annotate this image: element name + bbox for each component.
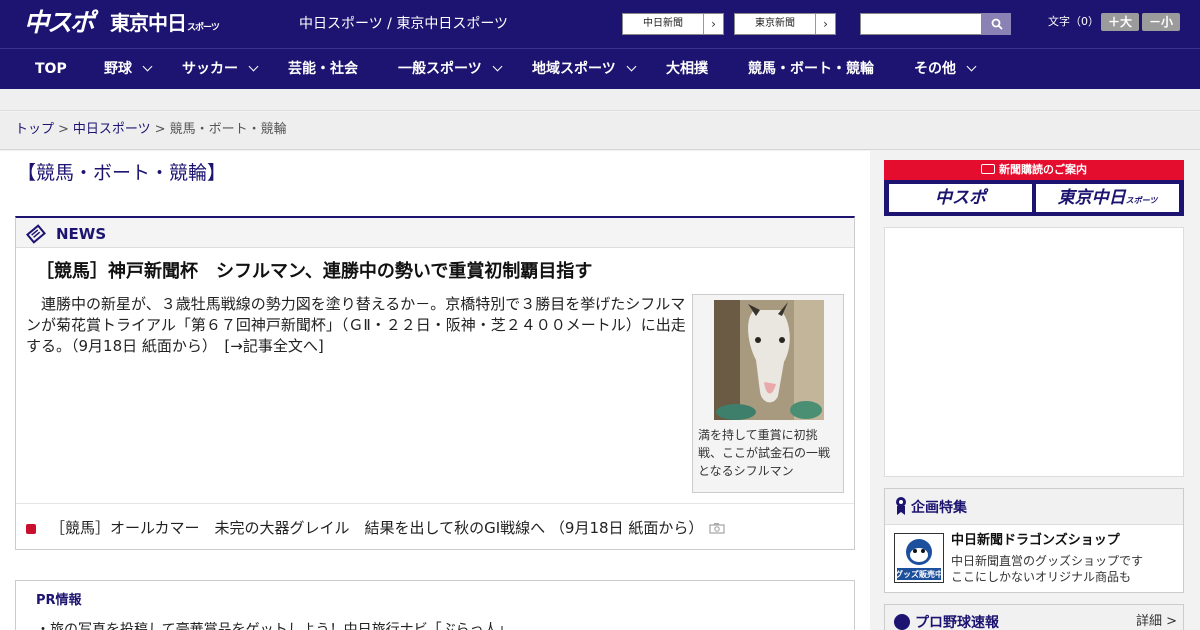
ticket-icon	[981, 164, 995, 174]
subscription-banner[interactable]: 新聞購読のご案内 中スポ 東京中日スポーツ	[884, 160, 1184, 216]
chevron-right-icon: ›	[703, 14, 723, 34]
search-icon	[991, 18, 1003, 30]
breadcrumb-chunichi-sports[interactable]: 中日スポーツ	[73, 122, 151, 137]
news-header: NEWS	[16, 218, 854, 248]
tokyo-logo-text: 東京中日	[110, 11, 187, 35]
subscription-title-text: 新聞購読のご案内	[999, 163, 1087, 176]
ad-slot	[884, 227, 1184, 477]
sub-bar	[0, 89, 1200, 111]
breadcrumb-separator: >	[58, 122, 69, 137]
main-nav: TOP 野球 サッカー 芸能・社会 一般スポーツ 地域スポーツ 大相撲 競馬・ボ…	[0, 48, 1200, 89]
nav-label: 競馬・ボート・競輪	[748, 61, 874, 77]
news-section: NEWS ［競馬］神戸新聞杯 シフルマン、連勝中の勢いで重賞初制覇目指す 連勝中…	[15, 216, 855, 550]
baseball-icon	[894, 614, 910, 630]
tokyo-shimbun-label: 東京新聞	[755, 18, 795, 29]
article-photo[interactable]	[714, 300, 824, 420]
chuspo-logo[interactable]: 中スポ	[24, 8, 100, 38]
chevron-down-icon	[142, 61, 153, 72]
nav-item-top[interactable]: TOP	[35, 49, 67, 90]
pr-label: PR情報	[36, 593, 82, 608]
nav-item-entertainment[interactable]: 芸能・社会	[288, 49, 358, 90]
site-header: 中スポ 東京中日スポーツ 中日スポーツ / 東京中日スポーツ 中日新聞 › 東京…	[0, 0, 1200, 48]
newspaper-icon	[26, 224, 46, 244]
news-list-item[interactable]: ［競馬］オールカマー 未完の大器グレイル 結果を出して秋のGI戦線へ （9月18…	[26, 518, 725, 538]
dragons-shop-thumbnail[interactable]: グッズ販売中	[894, 533, 944, 583]
baseball-scores-title: プロ野球速報	[915, 615, 999, 630]
nav-label: 芸能・社会	[288, 61, 358, 77]
thumb-text: グッズ販売中	[895, 569, 943, 579]
shop-desc-line: ここにしかないオリジナル商品も	[951, 570, 1132, 584]
nav-label: その他	[914, 61, 956, 77]
dragons-shop-description: 中日新聞直営のグッズショップです ここにしかないオリジナル商品も	[951, 553, 1143, 585]
dragons-mascot-icon: グッズ販売中	[895, 539, 943, 580]
shop-desc-line: 中日新聞直営のグッズショップです	[951, 554, 1144, 568]
baseball-details-link[interactable]: 詳細 >	[1136, 614, 1177, 630]
page-title: 【競馬・ボート・競輪】	[17, 162, 227, 184]
breadcrumb-top[interactable]: トップ	[15, 122, 54, 137]
font-smaller-button[interactable]: －小	[1142, 13, 1180, 31]
font-size-label: 文字（0）	[1048, 15, 1099, 28]
chuspo-subscribe-button[interactable]: 中スポ	[889, 184, 1032, 212]
site-names: 中日スポーツ / 東京中日スポーツ	[299, 16, 509, 32]
camera-icon	[709, 519, 725, 539]
nav-item-general-sports[interactable]: 一般スポーツ	[398, 49, 503, 90]
article-summary[interactable]: 連勝中の新星が、３歳牡馬戦線の勢力図を塗り替えるか－。京橋特別で３勝目を挙げたシ…	[26, 294, 686, 357]
chevron-down-icon	[966, 61, 977, 72]
nav-label: 一般スポーツ	[398, 61, 482, 77]
search-input[interactable]	[860, 13, 982, 35]
nav-item-baseball[interactable]: 野球	[104, 49, 153, 90]
pr-link[interactable]: ・旅の写真を投稿して豪華賞品をゲットしよう！中日旅行ナビ「ぶらっ人」	[36, 621, 512, 630]
bullet-icon	[26, 524, 36, 534]
feature-header: 企画特集	[885, 489, 1183, 525]
nav-item-sumo[interactable]: 大相撲	[666, 49, 708, 90]
photo-caption: 満を持して重賞に初挑戦、ここが試金石の一戦となるシフルマン	[698, 428, 831, 478]
news-label: NEWS	[56, 225, 107, 243]
nav-item-other[interactable]: その他	[914, 49, 977, 90]
article-photo-box: 満を持して重賞に初挑戦、ここが試金石の一戦となるシフルマン	[692, 294, 844, 493]
horse-photo-graphic	[714, 300, 824, 420]
dragons-shop-link[interactable]: 中日新聞ドラゴンズショップ	[951, 533, 1120, 549]
breadcrumb: トップ > 中日スポーツ > 競馬・ボート・競輪	[15, 122, 287, 138]
chunichi-shimbun-label: 中日新聞	[643, 18, 683, 29]
nav-item-racing[interactable]: 競馬・ボート・競輪	[748, 49, 874, 90]
nav-label: サッカー	[182, 61, 238, 77]
nav-label: 野球	[104, 61, 132, 77]
feature-section: 企画特集 グッズ販売中 中日新聞ドラゴンズショップ 中日新聞直営のグッズショップ…	[884, 488, 1184, 593]
tokyo-chunichi-subscribe-button[interactable]: 東京中日スポーツ	[1036, 184, 1179, 212]
baseball-scores-section: プロ野球速報 詳細 >	[884, 604, 1184, 630]
subscription-title: 新聞購読のご案内	[884, 160, 1184, 180]
nav-label: 大相撲	[666, 61, 708, 77]
search-button[interactable]	[982, 13, 1011, 35]
news-link-text: ［競馬］オールカマー 未完の大器グレイル 結果を出して秋のGI戦線へ （9月18…	[50, 519, 704, 537]
breadcrumb-separator: >	[154, 122, 166, 137]
tokyo-subscribe-text: 東京中日	[1057, 188, 1126, 208]
nav-label: 地域スポーツ	[532, 61, 616, 77]
nav-item-local-sports[interactable]: 地域スポーツ	[532, 49, 637, 90]
feature-title: 企画特集	[911, 500, 967, 516]
chevron-down-icon	[492, 61, 503, 72]
breadcrumb-current: 競馬・ボート・競輪	[169, 122, 287, 137]
article-headline[interactable]: ［競馬］神戸新聞杯 シフルマン、連勝中の勢いで重賞初制覇目指す	[36, 260, 592, 284]
chevron-right-icon: ›	[815, 14, 835, 34]
ribbon-icon	[896, 497, 906, 515]
nav-label: TOP	[35, 61, 67, 77]
chevron-down-icon	[626, 61, 637, 72]
chevron-down-icon	[248, 61, 259, 72]
chunichi-shimbun-link[interactable]: 中日新聞 ›	[622, 13, 724, 35]
pr-section: PR情報 ・旅の写真を投稿して豪華賞品をゲットしよう！中日旅行ナビ「ぶらっ人」	[15, 580, 855, 630]
tokyo-shimbun-link[interactable]: 東京新聞 ›	[734, 13, 836, 35]
divider	[16, 503, 854, 504]
tokyo-logo-small: スポーツ	[187, 23, 220, 33]
tokyo-chunichi-logo[interactable]: 東京中日スポーツ	[110, 10, 220, 41]
nav-item-soccer[interactable]: サッカー	[182, 49, 259, 90]
font-larger-button[interactable]: ＋大	[1101, 13, 1139, 31]
tokyo-subscribe-small: スポーツ	[1125, 196, 1158, 205]
